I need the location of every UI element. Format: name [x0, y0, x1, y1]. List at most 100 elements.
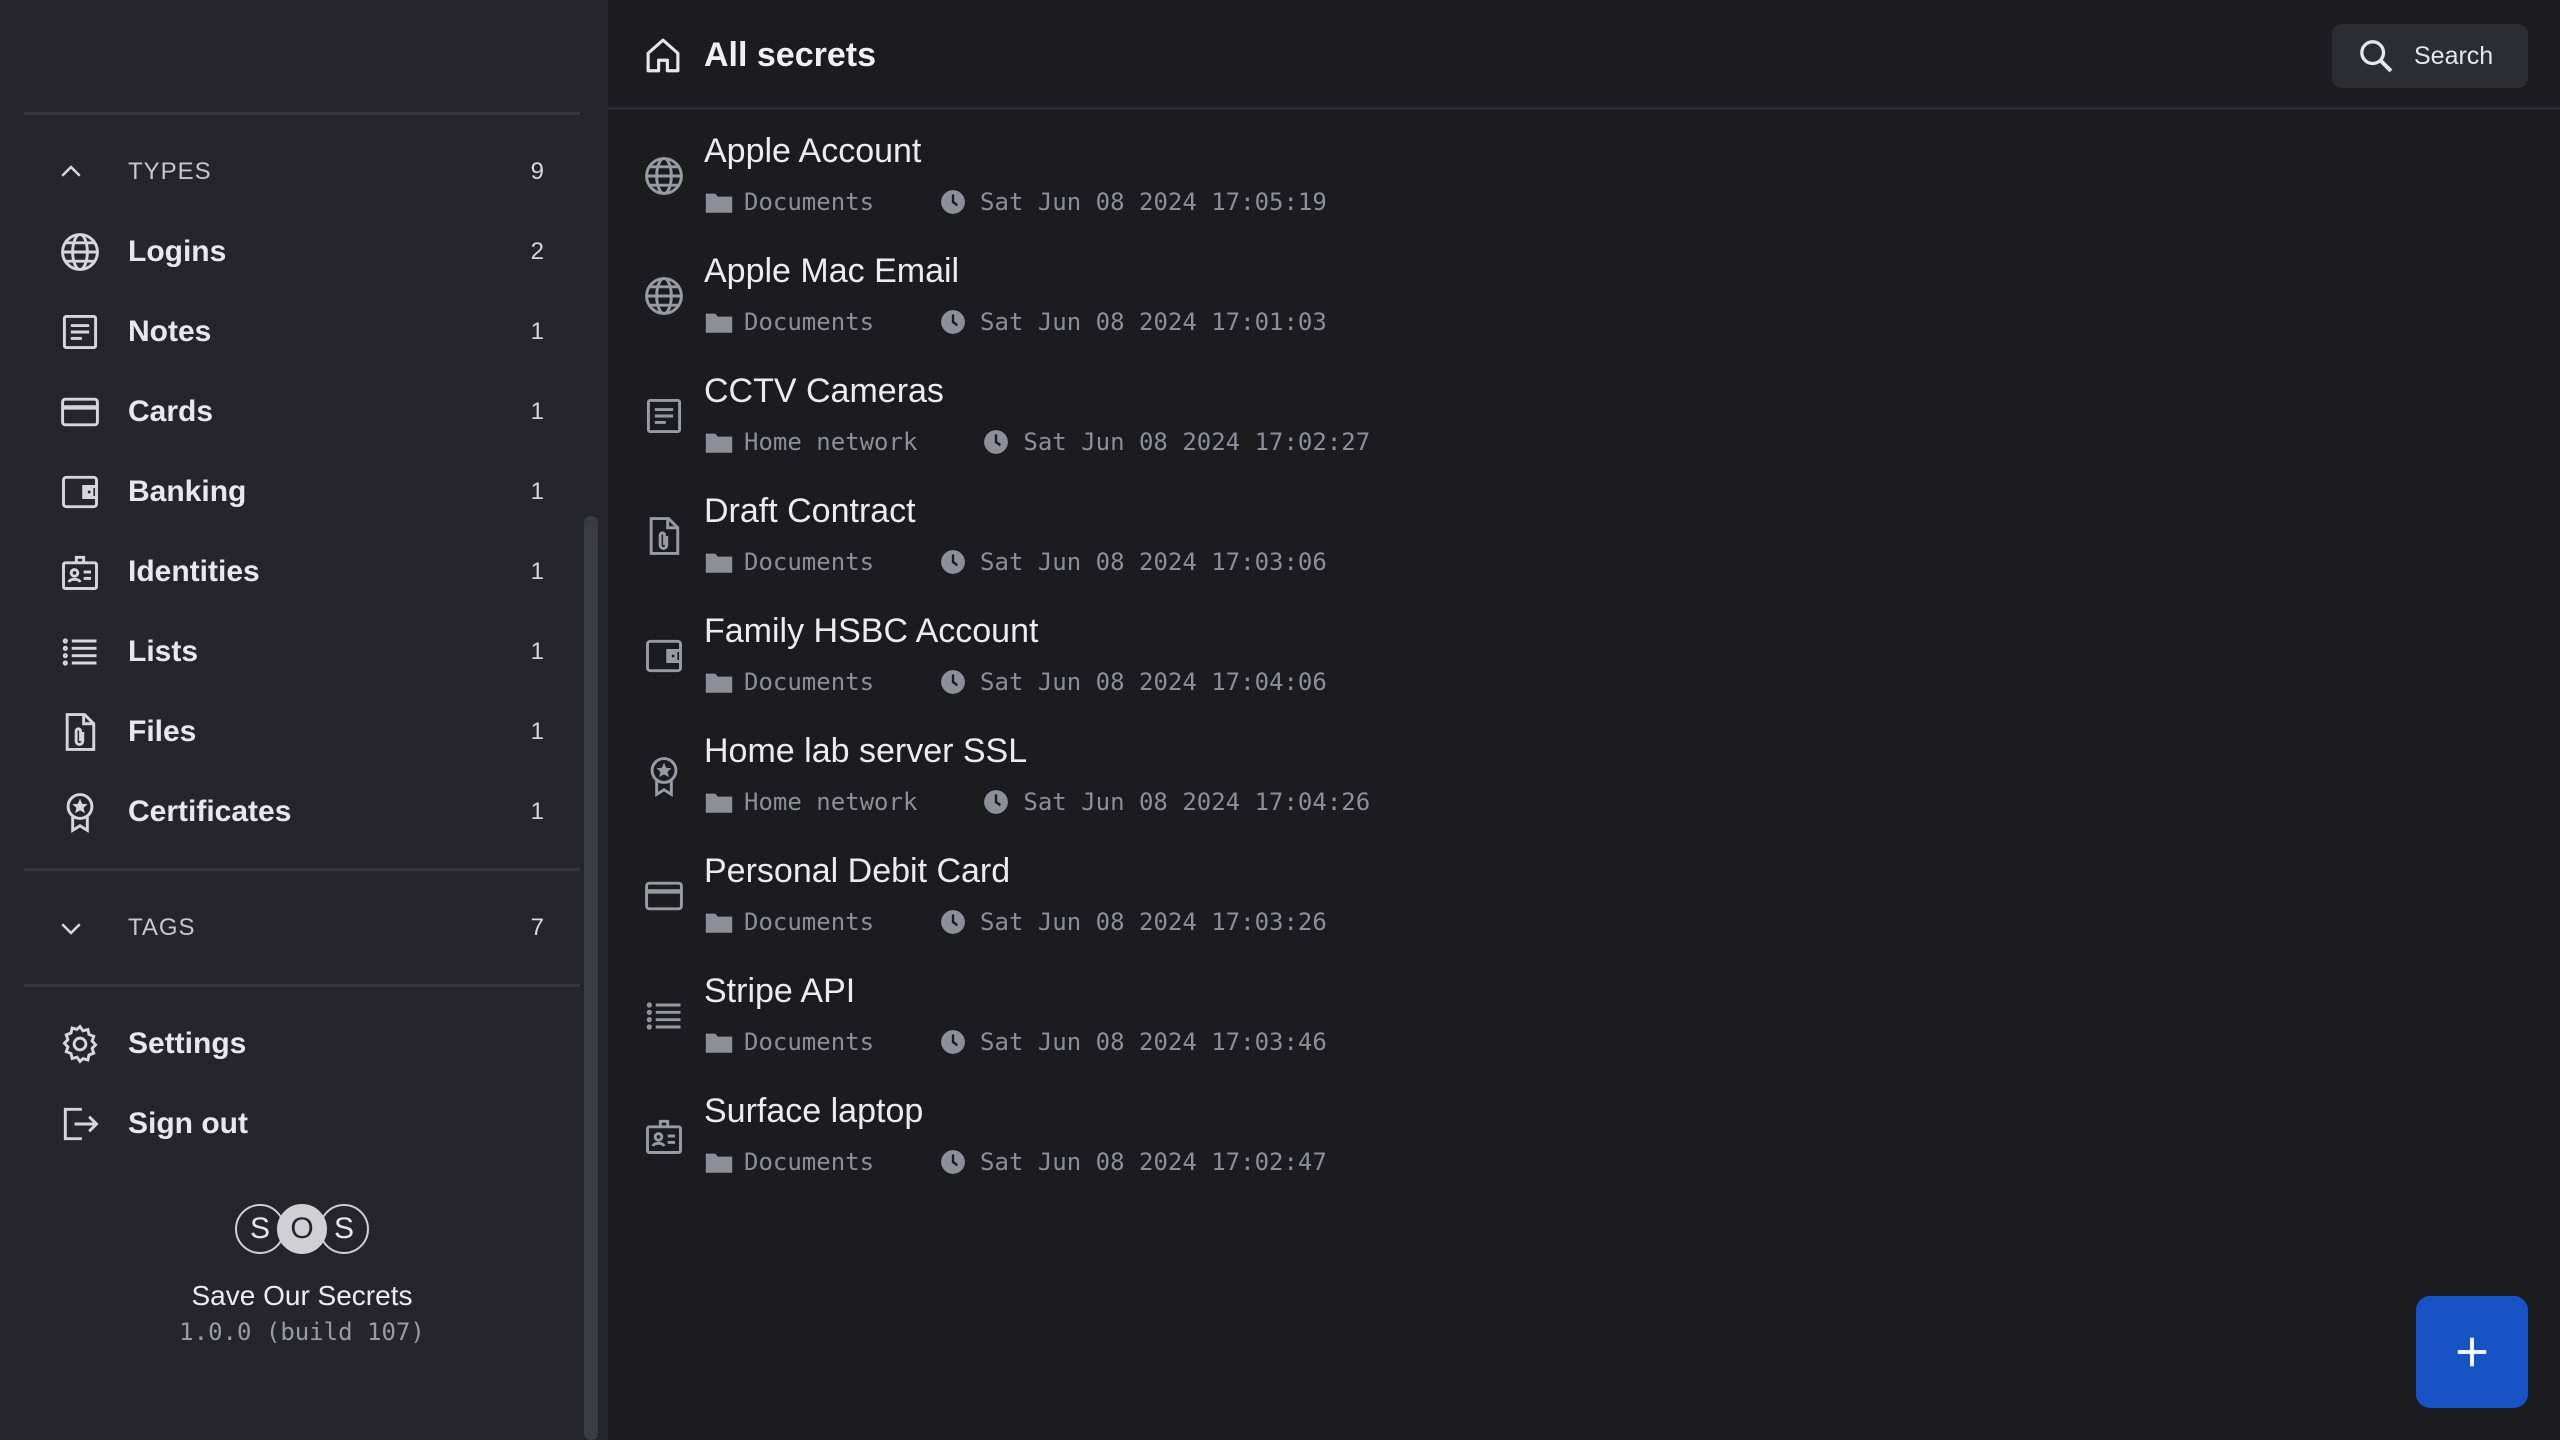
secret-date: Sat Jun 08 2024 17:03:46 — [980, 1028, 1327, 1056]
secret-date: Sat Jun 08 2024 17:02:47 — [980, 1148, 1327, 1176]
secret-date: Sat Jun 08 2024 17:04:06 — [980, 668, 1327, 696]
secret-folder: Documents — [744, 308, 875, 336]
folder-icon — [705, 913, 733, 933]
secret-date: Sat Jun 08 2024 17:03:26 — [980, 908, 1327, 936]
folder-icon — [705, 673, 733, 693]
sidebar-item-label: Certificates — [128, 795, 292, 828]
app-branding: S O S Save Our Secrets 1.0.0 (build 107) — [0, 1204, 604, 1346]
folder-icon — [705, 193, 733, 213]
file-clip-icon — [642, 514, 686, 558]
sidebar-item-label: Files — [128, 715, 197, 748]
award-icon — [58, 790, 102, 834]
note-icon — [642, 394, 686, 438]
secret-meta: Home network Sat Jun 08 2024 17:04:26 — [704, 788, 1370, 816]
sidebar-item-lists[interactable]: Lists 1 — [24, 616, 544, 688]
list-icon — [642, 994, 686, 1038]
secret-row-family-hsbc-account[interactable]: Family HSBC Account Documents Sat Jun 08… — [608, 604, 2560, 724]
clock-icon — [941, 1030, 965, 1054]
types-section-header[interactable]: TYPES 9 — [24, 142, 544, 202]
app-name: Save Our Secrets — [191, 1280, 413, 1311]
secret-meta: Home network Sat Jun 08 2024 17:02:27 — [704, 428, 1370, 456]
wallet-icon — [642, 634, 686, 678]
gear-icon — [58, 1022, 102, 1066]
clock-icon — [984, 430, 1009, 454]
sidebar-item-count: 1 — [530, 638, 544, 665]
list-icon — [58, 630, 102, 674]
search-label: Search — [2414, 41, 2494, 70]
search-button[interactable]: Search — [2332, 24, 2528, 88]
secret-date: Sat Jun 08 2024 17:02:27 — [1023, 428, 1371, 456]
tags-section-header[interactable]: TAGS 7 — [24, 898, 544, 958]
secret-meta: Documents Sat Jun 08 2024 17:03:06 — [704, 548, 1327, 576]
secret-row-surface-laptop[interactable]: Surface laptop Documents Sat Jun 08 2024… — [608, 1084, 2560, 1204]
card-icon — [642, 874, 686, 918]
app-version: 1.0.0 (build 107) — [179, 1318, 425, 1346]
secret-name: Apple Account — [704, 132, 922, 170]
card-icon — [58, 390, 102, 434]
secret-row-home-lab-server-ssl[interactable]: Home lab server SSL Home network Sat Jun… — [608, 724, 2560, 844]
secret-row-apple-mac-email[interactable]: Apple Mac Email Documents Sat Jun 08 202… — [608, 244, 2560, 364]
sidebar-item-notes[interactable]: Notes 1 — [24, 296, 544, 368]
clock-icon — [941, 670, 965, 694]
secret-folder: Home network — [744, 788, 918, 816]
sidebar: TYPES 9 Logins 2 Notes 1 Cards 1 Banking… — [0, 0, 608, 1440]
folder-icon — [705, 1033, 733, 1053]
globe-icon — [58, 230, 102, 274]
secret-meta: Documents Sat Jun 08 2024 17:03:26 — [704, 908, 1327, 936]
secret-folder: Documents — [744, 548, 875, 576]
search-icon — [2360, 40, 2393, 73]
sign-out-button[interactable]: Sign out — [24, 1088, 544, 1160]
logo-letter: O — [277, 1204, 327, 1254]
page-title: All secrets — [704, 36, 876, 74]
id-badge-icon — [642, 1114, 686, 1158]
sidebar-item-label: Banking — [128, 475, 247, 508]
clock-icon — [941, 190, 965, 214]
types-count: 9 — [530, 158, 544, 185]
secret-row-draft-contract[interactable]: Draft Contract Documents Sat Jun 08 2024… — [608, 484, 2560, 604]
sidebar-item-label: Identities — [128, 555, 260, 588]
secret-folder: Documents — [744, 1028, 875, 1056]
sidebar-scrollbar[interactable] — [584, 516, 598, 1440]
sidebar-item-certificates[interactable]: Certificates 1 — [24, 776, 544, 848]
clock-icon — [984, 790, 1009, 814]
clock-icon — [941, 310, 965, 334]
globe-icon — [642, 154, 686, 198]
sidebar-item-count: 1 — [530, 558, 544, 585]
folder-icon — [705, 433, 733, 453]
secret-meta: Documents Sat Jun 08 2024 17:02:47 — [704, 1148, 1327, 1176]
app-logo: S O S — [0, 1204, 604, 1258]
folder-icon — [705, 553, 733, 573]
add-secret-button[interactable] — [2416, 1296, 2528, 1408]
sidebar-divider — [24, 868, 580, 871]
secret-meta: Documents Sat Jun 08 2024 17:01:03 — [704, 308, 1327, 336]
sidebar-item-count: 1 — [530, 798, 544, 825]
sidebar-divider — [24, 112, 580, 115]
clock-icon — [941, 550, 965, 574]
chevron-up-icon — [56, 157, 112, 187]
clock-icon — [941, 1150, 965, 1174]
secret-meta: Documents Sat Jun 08 2024 17:04:06 — [704, 668, 1327, 696]
award-icon — [642, 754, 686, 798]
tags-count: 7 — [530, 914, 544, 941]
main-content: All secrets Search Apple Account Documen… — [608, 0, 2560, 1440]
plus-icon — [2457, 1337, 2487, 1367]
settings-button[interactable]: Settings — [24, 1008, 544, 1080]
folder-icon — [705, 793, 733, 813]
sidebar-item-logins[interactable]: Logins 2 — [24, 216, 544, 288]
globe-icon — [642, 274, 686, 318]
sidebar-item-files[interactable]: Files 1 — [24, 696, 544, 768]
sidebar-item-label: Logins — [128, 235, 227, 268]
secret-row-personal-debit-card[interactable]: Personal Debit Card Documents Sat Jun 08… — [608, 844, 2560, 964]
secret-row-stripe-api[interactable]: Stripe API Documents Sat Jun 08 2024 17:… — [608, 964, 2560, 1084]
secret-row-apple-account[interactable]: Apple Account Documents Sat Jun 08 2024 … — [608, 124, 2560, 244]
settings-label: Settings — [128, 1027, 247, 1060]
secret-name: Home lab server SSL — [704, 732, 1028, 770]
secret-row-cctv-cameras[interactable]: CCTV Cameras Home network Sat Jun 08 202… — [608, 364, 2560, 484]
file-clip-icon — [58, 710, 102, 754]
sidebar-item-label: Lists — [128, 635, 199, 668]
sidebar-item-cards[interactable]: Cards 1 — [24, 376, 544, 448]
secret-name: CCTV Cameras — [704, 372, 944, 410]
secret-date: Sat Jun 08 2024 17:04:26 — [1023, 788, 1371, 816]
sidebar-item-banking[interactable]: Banking 1 — [24, 456, 544, 528]
sidebar-item-identities[interactable]: Identities 1 — [24, 536, 544, 608]
